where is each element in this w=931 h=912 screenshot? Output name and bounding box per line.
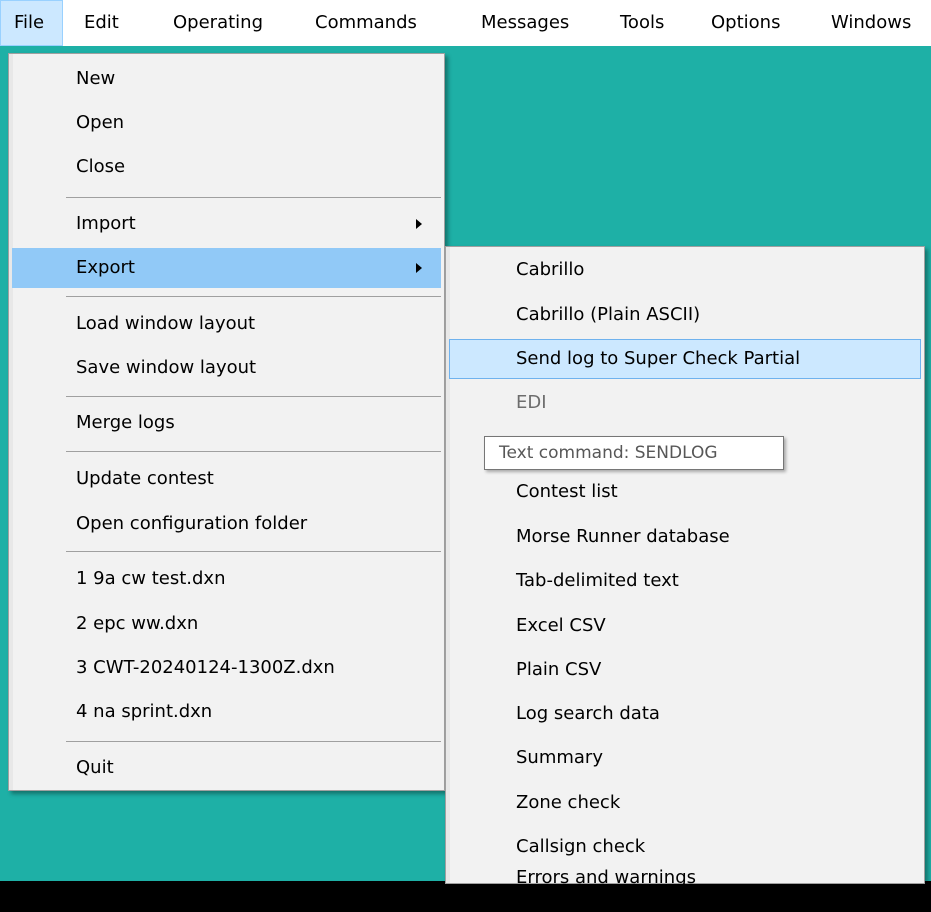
- file-recent-label: 1 9a cw test.dxn: [76, 568, 226, 589]
- menu-messages[interactable]: Messages: [481, 0, 569, 46]
- export-callsign-check-item[interactable]: Callsign check: [449, 827, 921, 867]
- export-cabrillo-ascii-item[interactable]: Cabrillo (Plain ASCII): [449, 295, 921, 335]
- menu-operating[interactable]: Operating: [173, 0, 263, 46]
- file-save-layout-item[interactable]: Save window layout: [12, 348, 441, 388]
- export-excel-csv-label: Excel CSV: [516, 615, 606, 636]
- menu-windows[interactable]: Windows: [831, 0, 911, 46]
- export-tab-delimited-label: Tab-delimited text: [516, 570, 679, 591]
- submenu-arrow-icon: [416, 263, 422, 273]
- export-log-search-label: Log search data: [516, 703, 660, 724]
- file-recent-item[interactable]: 2 epc ww.dxn: [12, 604, 441, 644]
- export-morse-runner-label: Morse Runner database: [516, 526, 730, 547]
- screen-bottom-edge: [0, 881, 445, 912]
- file-close-label: Close: [76, 156, 126, 177]
- export-errors-warnings-item[interactable]: Errors and warnings: [449, 869, 921, 885]
- export-contest-list-label: Contest list: [516, 481, 618, 502]
- file-recent-label: 3 CWT-20240124-1300Z.dxn: [76, 657, 335, 678]
- export-cabrillo-ascii-label: Cabrillo (Plain ASCII): [516, 304, 701, 325]
- menu-edit[interactable]: Edit: [84, 0, 119, 46]
- file-import-label: Import: [76, 213, 136, 234]
- export-plain-csv-label: Plain CSV: [516, 659, 602, 680]
- menu-separator: [66, 551, 441, 552]
- menu-separator: [66, 451, 441, 452]
- file-merge-logs-item[interactable]: Merge logs: [12, 403, 441, 443]
- file-recent-item[interactable]: 3 CWT-20240124-1300Z.dxn: [12, 648, 441, 688]
- file-new-item[interactable]: New: [12, 59, 441, 99]
- export-zone-check-label: Zone check: [516, 792, 621, 813]
- menu-bar: File Edit Operating Commands Messages To…: [0, 0, 931, 46]
- file-export-label: Export: [76, 257, 135, 278]
- export-tab-delimited-item[interactable]: Tab-delimited text: [449, 561, 921, 601]
- export-send-scp-item[interactable]: Send log to Super Check Partial: [449, 339, 921, 379]
- export-zone-check-item[interactable]: Zone check: [449, 783, 921, 823]
- submenu-arrow-icon: [416, 219, 422, 229]
- export-plain-csv-item[interactable]: Plain CSV: [449, 650, 921, 690]
- file-update-contest-item[interactable]: Update contest: [12, 459, 441, 499]
- file-load-layout-item[interactable]: Load window layout: [12, 304, 441, 344]
- menu-separator: [66, 741, 441, 742]
- file-recent-label: 2 epc ww.dxn: [76, 613, 199, 634]
- file-open-config-item[interactable]: Open configuration folder: [12, 504, 441, 544]
- menu-options[interactable]: Options: [711, 0, 780, 46]
- export-log-search-item[interactable]: Log search data: [449, 694, 921, 734]
- file-quit-label: Quit: [76, 757, 114, 778]
- file-recent-label: 4 na sprint.dxn: [76, 701, 213, 722]
- menu-separator: [66, 197, 441, 198]
- export-errors-warnings-label: Errors and warnings: [516, 869, 697, 885]
- file-recent-item[interactable]: 1 9a cw test.dxn: [12, 559, 441, 599]
- export-edi-label: EDI: [516, 392, 547, 413]
- export-morse-runner-item[interactable]: Morse Runner database: [449, 517, 921, 557]
- file-new-label: New: [76, 68, 116, 89]
- file-quit-item[interactable]: Quit: [12, 748, 441, 788]
- menu-tools[interactable]: Tools: [620, 0, 664, 46]
- menu-commands[interactable]: Commands: [315, 0, 417, 46]
- export-edi-item[interactable]: EDI: [449, 383, 921, 423]
- file-close-item[interactable]: Close: [12, 147, 441, 187]
- file-import-item[interactable]: Import: [12, 204, 441, 244]
- file-open-config-label: Open configuration folder: [76, 513, 308, 534]
- file-merge-logs-label: Merge logs: [76, 412, 175, 433]
- export-callsign-check-label: Callsign check: [516, 836, 646, 857]
- menu-file[interactable]: File: [0, 0, 63, 46]
- menu-separator: [66, 296, 441, 297]
- export-summary-item[interactable]: Summary: [449, 738, 921, 778]
- file-open-label: Open: [76, 112, 125, 133]
- export-cabrillo-item[interactable]: Cabrillo: [449, 250, 921, 290]
- file-open-item[interactable]: Open: [12, 103, 441, 143]
- export-send-scp-label: Send log to Super Check Partial: [516, 348, 801, 369]
- export-cabrillo-label: Cabrillo: [516, 259, 585, 280]
- export-excel-csv-item[interactable]: Excel CSV: [449, 606, 921, 646]
- file-update-contest-label: Update contest: [76, 468, 214, 489]
- export-summary-label: Summary: [516, 747, 603, 768]
- export-submenu: Cabrillo Cabrillo (Plain ASCII) Send log…: [445, 246, 925, 885]
- file-save-layout-label: Save window layout: [76, 357, 257, 378]
- file-menu: New Open Close Import Export Load window…: [8, 53, 445, 791]
- file-load-layout-label: Load window layout: [76, 313, 256, 334]
- menu-separator: [66, 396, 441, 397]
- file-export-item[interactable]: Export: [12, 248, 441, 288]
- file-recent-item[interactable]: 4 na sprint.dxn: [12, 692, 441, 732]
- export-contest-list-item[interactable]: Contest list: [449, 472, 921, 512]
- command-tooltip: Text command: SENDLOG: [484, 436, 784, 470]
